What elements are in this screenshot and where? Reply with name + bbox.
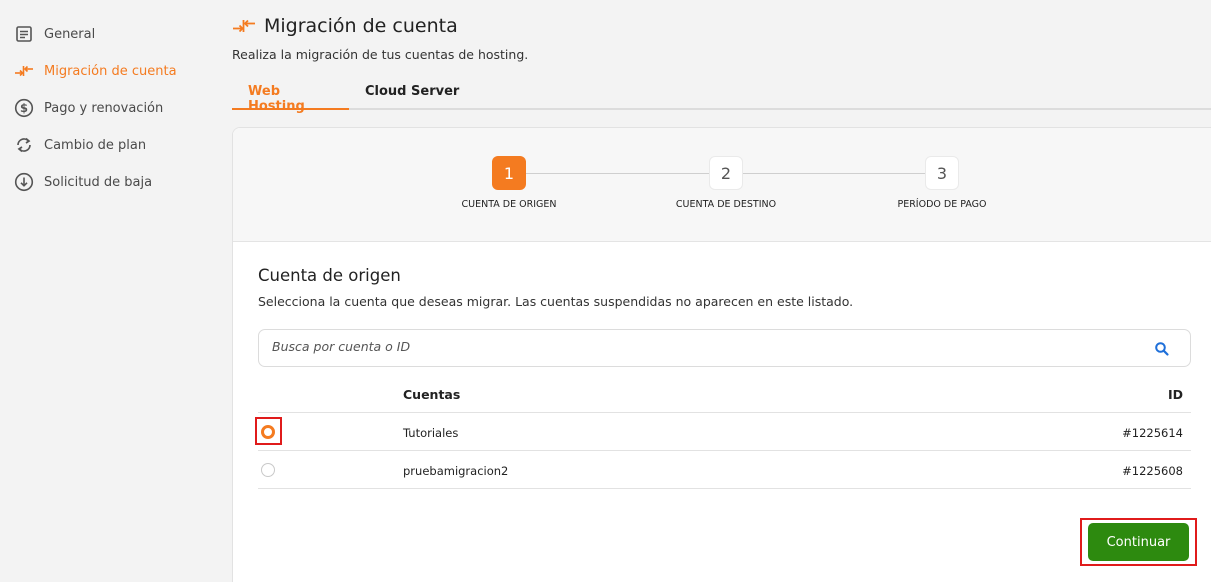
column-header-accounts: Cuentas [403,387,461,402]
page-title: Migración de cuenta [264,15,458,37]
account-id: #1225608 [1122,464,1183,478]
search-box [258,329,1191,367]
step-1-label: CUENTA DE ORIGEN [461,199,557,210]
migration-card: 1 2 3 CUENTA DE ORIGEN CUENTA DE DESTINO… [232,127,1211,582]
sidebar-item-label: Migración de cuenta [44,63,177,79]
table-row[interactable]: Tutoriales #1225614 [255,413,1191,451]
step-1-indicator: 1 [492,156,526,190]
document-icon [14,24,34,44]
tab-bar: Web Hosting Cloud Server [232,80,1211,114]
sidebar-item-label: Solicitud de baja [44,174,153,190]
step-3-label: PERÍODO DE PAGO [897,199,987,210]
section-description: Selecciona la cuenta que deseas migrar. … [258,294,854,309]
tab-cloud-server[interactable]: Cloud Server [349,80,475,110]
step-2-indicator: 2 [709,156,743,190]
search-icon[interactable] [1154,341,1170,357]
sidebar-item-general[interactable]: General [14,23,95,45]
table-header: Cuentas ID [258,375,1191,413]
tab-web-hosting[interactable]: Web Hosting [232,80,349,114]
refresh-icon [14,135,34,155]
sidebar: General Migración de cuenta $ Pago y ren… [0,0,215,582]
dollar-circle-icon: $ [14,98,34,118]
page-header: Migración de cuenta [232,14,458,38]
arrow-down-circle-icon [14,172,34,192]
highlight-box: Continuar [1080,518,1197,566]
account-name: pruebamigracion2 [403,464,509,478]
sidebar-item-cambio-plan[interactable]: Cambio de plan [14,134,146,156]
account-name: Tutoriales [403,426,459,440]
svg-text:$: $ [20,101,28,115]
account-id: #1225614 [1122,426,1183,440]
stepper: 1 2 3 CUENTA DE ORIGEN CUENTA DE DESTINO… [233,128,1211,242]
page-subtitle: Realiza la migración de tus cuentas de h… [232,47,529,62]
account-radio[interactable] [261,463,275,477]
sidebar-item-label: Pago y renovación [44,100,164,116]
section-title: Cuenta de origen [258,266,401,285]
sidebar-item-label: Cambio de plan [44,137,147,153]
continue-button[interactable]: Continuar [1088,523,1189,561]
step-2-label: CUENTA DE DESTINO [675,199,777,210]
sidebar-item-baja[interactable]: Solicitud de baja [14,171,152,193]
accounts-table: Cuentas ID Tutoriales #1225614 pruebamig… [255,375,1191,489]
sidebar-item-migracion[interactable]: Migración de cuenta [14,60,177,82]
table-row[interactable]: pruebamigracion2 #1225608 [258,451,1191,489]
sidebar-item-label: General [44,26,96,42]
column-header-id: ID [1167,387,1183,402]
migrate-arrows-icon [232,14,256,38]
migrate-arrows-icon [14,61,34,81]
sidebar-item-pago[interactable]: $ Pago y renovación [14,97,163,119]
highlight-box [255,417,282,445]
step-3-indicator: 3 [925,156,959,190]
search-input[interactable] [272,339,1132,354]
